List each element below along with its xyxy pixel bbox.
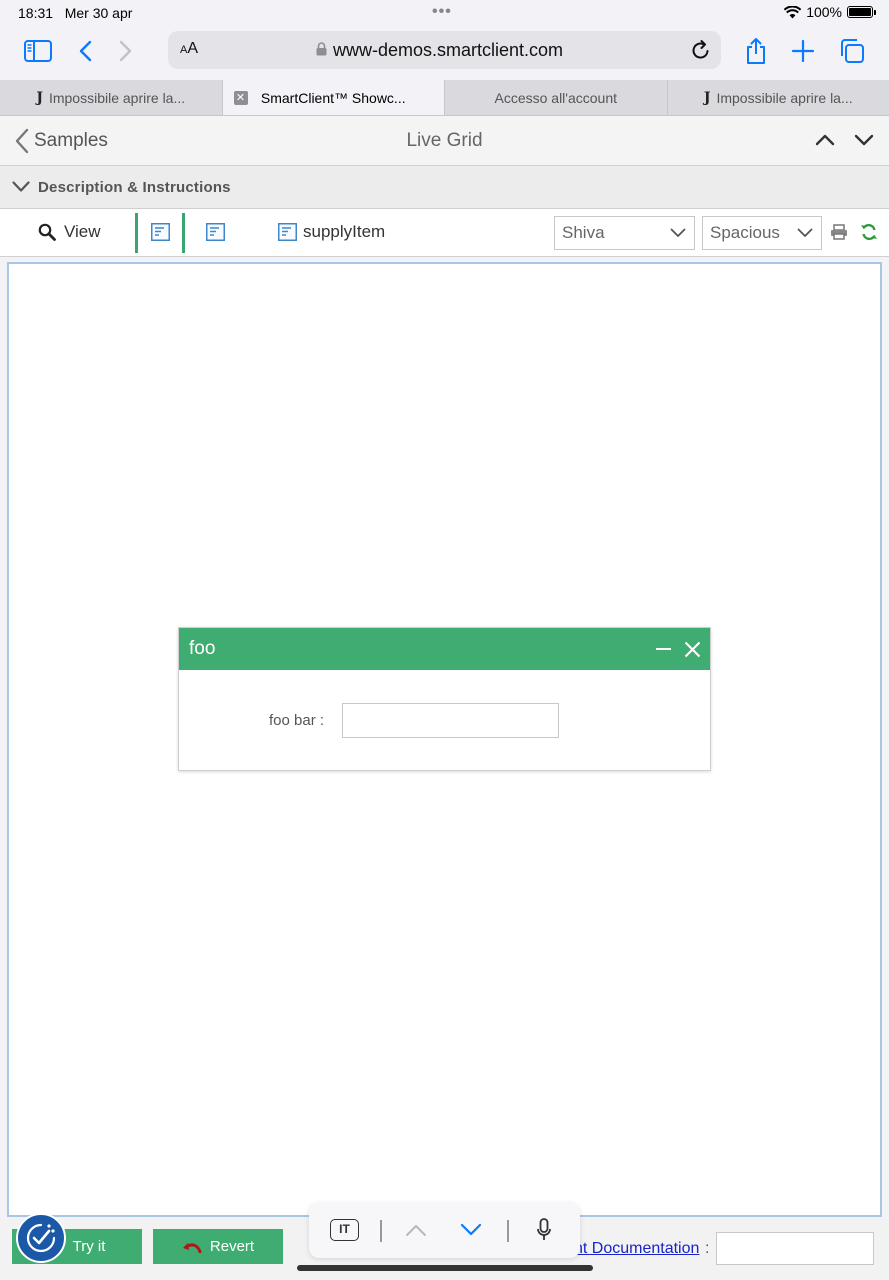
page: 18:31 Mer 30 apr ••• 100% AA www-demos.s… <box>0 0 889 1280</box>
printer-icon[interactable] <box>830 224 848 240</box>
dialog-title: foo <box>189 638 216 659</box>
keyboard-language-button[interactable]: IT <box>330 1219 359 1241</box>
browser-toolbar: AA www-demos.smartclient.com <box>0 26 889 80</box>
chevron-down-icon <box>797 228 813 237</box>
new-tab-icon[interactable] <box>786 36 820 66</box>
status-bar: 18:31 Mer 30 apr ••• 100% <box>0 0 889 26</box>
sample-header: Samples Live Grid <box>0 116 889 166</box>
browser-tab-4[interactable]: J Impossibile aprire la... <box>668 80 889 115</box>
revert-button[interactable]: Revert <box>153 1229 283 1264</box>
search-icon <box>38 223 56 241</box>
juventus-logo-icon: J <box>703 89 711 106</box>
microphone-icon[interactable] <box>537 1218 551 1242</box>
chevron-down-icon[interactable] <box>854 130 874 150</box>
reload-icon[interactable] <box>691 39 711 61</box>
toolbar-separator <box>380 1220 382 1242</box>
share-icon[interactable] <box>739 36 773 66</box>
home-indicator <box>297 1265 593 1271</box>
status-indicators: 100% <box>784 4 876 20</box>
supply-item-button[interactable]: supplyItem <box>278 222 385 242</box>
close-tab-icon[interactable]: ✕ <box>233 91 248 105</box>
chevron-down-icon <box>670 228 686 237</box>
accessibility-icon[interactable] <box>16 1213 66 1263</box>
grid-toolbar: View supplyItem Shiva Spacious <box>0 209 889 257</box>
sidebar-icon[interactable] <box>21 36 55 66</box>
dialog-header[interactable]: foo <box>179 628 710 670</box>
multitasking-dots[interactable]: ••• <box>432 3 452 21</box>
documentation-link[interactable]: nt Documentation <box>574 1240 699 1258</box>
toolbar-separator <box>135 213 138 253</box>
foo-bar-input[interactable] <box>342 703 559 738</box>
chevron-up-icon[interactable] <box>405 1223 427 1237</box>
browser-tab-bar: J Impossibile aprire la... ✕ SmartClient… <box>0 80 889 116</box>
tab-overview-icon[interactable] <box>835 36 869 66</box>
keyboard-shortcut-bar: IT <box>309 1203 580 1258</box>
chevron-down-icon[interactable] <box>460 1223 482 1237</box>
close-icon[interactable] <box>684 641 701 658</box>
chevron-down-icon <box>12 181 30 192</box>
status-time: 18:31 Mer 30 apr <box>18 5 133 21</box>
back-icon[interactable] <box>68 36 102 66</box>
lock-icon <box>316 42 327 56</box>
form-icon <box>278 223 297 241</box>
browser-tab-1[interactable]: J Impossibile aprire la... <box>0 80 223 115</box>
density-select[interactable]: Spacious <box>702 216 822 250</box>
undo-icon <box>182 1242 202 1253</box>
documentation-colon: : <box>705 1240 710 1257</box>
chevron-up-icon[interactable] <box>815 130 835 150</box>
toolbar-separator <box>507 1220 509 1242</box>
form-icon[interactable] <box>206 223 225 241</box>
battery-percent: 100% <box>806 4 842 20</box>
description-label: Description & Instructions <box>38 179 231 196</box>
juventus-logo-icon: J <box>36 89 43 106</box>
minimize-icon[interactable] <box>656 648 671 650</box>
url-text: www-demos.smartclient.com <box>333 40 564 60</box>
refresh-icon[interactable] <box>860 223 878 241</box>
browser-tab-2[interactable]: ✕ SmartClient™ Showc... <box>222 80 445 115</box>
view-button[interactable]: View <box>38 222 101 242</box>
description-section[interactable]: Description & Instructions <box>0 166 889 209</box>
toolbar-separator <box>182 213 185 253</box>
page-title: Live Grid <box>406 130 483 151</box>
reader-aa-button[interactable]: AA <box>180 40 198 58</box>
foo-bar-label: foo bar : <box>269 712 325 729</box>
bottom-search-input[interactable] <box>716 1232 874 1265</box>
address-bar[interactable]: AA www-demos.smartclient.com <box>168 31 721 69</box>
foo-dialog: foo foo bar : <box>178 627 711 771</box>
forward-icon[interactable] <box>109 36 143 66</box>
battery-icon <box>847 6 876 18</box>
browser-tab-3[interactable]: Accesso all'account <box>445 80 668 115</box>
wifi-icon <box>784 5 802 18</box>
form-icon[interactable] <box>151 223 170 241</box>
skin-select[interactable]: Shiva <box>554 216 695 250</box>
